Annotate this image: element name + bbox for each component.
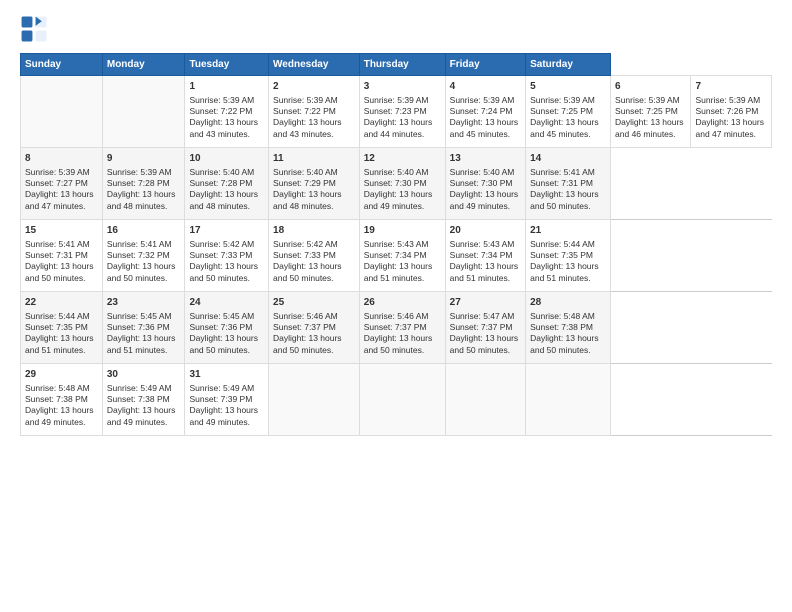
- day-number: 25: [273, 296, 355, 310]
- calendar-cell: 22Sunrise: 5:44 AMSunset: 7:35 PMDayligh…: [21, 292, 103, 364]
- calendar-cell: 31Sunrise: 5:49 AMSunset: 7:39 PMDayligh…: [185, 364, 269, 436]
- calendar-cell: 19Sunrise: 5:43 AMSunset: 7:34 PMDayligh…: [359, 220, 445, 292]
- calendar-week-1: 1Sunrise: 5:39 AMSunset: 7:22 PMDaylight…: [21, 76, 772, 148]
- calendar-cell: 14Sunrise: 5:41 AMSunset: 7:31 PMDayligh…: [526, 148, 611, 220]
- day-number: 28: [530, 296, 606, 310]
- day-number: 6: [615, 80, 686, 94]
- calendar-cell: 27Sunrise: 5:47 AMSunset: 7:37 PMDayligh…: [445, 292, 525, 364]
- day-number: 15: [25, 224, 98, 238]
- calendar-cell: [269, 364, 360, 436]
- empty-cell: [102, 76, 185, 148]
- day-number: 8: [25, 152, 98, 166]
- calendar-cell: 8Sunrise: 5:39 AMSunset: 7:27 PMDaylight…: [21, 148, 103, 220]
- calendar-cell: 7Sunrise: 5:39 AMSunset: 7:26 PMDaylight…: [691, 76, 772, 148]
- calendar-cell: 12Sunrise: 5:40 AMSunset: 7:30 PMDayligh…: [359, 148, 445, 220]
- col-header-friday: Friday: [445, 54, 525, 76]
- day-number: 10: [189, 152, 264, 166]
- day-number: 16: [107, 224, 181, 238]
- day-number: 20: [450, 224, 521, 238]
- col-header-wednesday: Wednesday: [269, 54, 360, 76]
- day-number: 4: [450, 80, 521, 94]
- calendar-cell: 16Sunrise: 5:41 AMSunset: 7:32 PMDayligh…: [102, 220, 185, 292]
- calendar-cell: 10Sunrise: 5:40 AMSunset: 7:28 PMDayligh…: [185, 148, 269, 220]
- day-number: 9: [107, 152, 181, 166]
- day-number: 7: [695, 80, 767, 94]
- col-header-thursday: Thursday: [359, 54, 445, 76]
- calendar-cell: 23Sunrise: 5:45 AMSunset: 7:36 PMDayligh…: [102, 292, 185, 364]
- calendar-cell: 11Sunrise: 5:40 AMSunset: 7:29 PMDayligh…: [269, 148, 360, 220]
- col-header-sunday: Sunday: [21, 54, 103, 76]
- col-header-saturday: Saturday: [526, 54, 611, 76]
- calendar-cell: 24Sunrise: 5:45 AMSunset: 7:36 PMDayligh…: [185, 292, 269, 364]
- page-header: [20, 15, 772, 43]
- calendar-cell: [359, 364, 445, 436]
- day-number: 13: [450, 152, 521, 166]
- calendar-week-3: 15Sunrise: 5:41 AMSunset: 7:31 PMDayligh…: [21, 220, 772, 292]
- day-number: 12: [364, 152, 441, 166]
- calendar-week-5: 29Sunrise: 5:48 AMSunset: 7:38 PMDayligh…: [21, 364, 772, 436]
- calendar-cell: 15Sunrise: 5:41 AMSunset: 7:31 PMDayligh…: [21, 220, 103, 292]
- calendar-cell: 30Sunrise: 5:49 AMSunset: 7:38 PMDayligh…: [102, 364, 185, 436]
- calendar-cell: 25Sunrise: 5:46 AMSunset: 7:37 PMDayligh…: [269, 292, 360, 364]
- logo-icon: [20, 15, 48, 43]
- day-number: 14: [530, 152, 606, 166]
- calendar-cell: 17Sunrise: 5:42 AMSunset: 7:33 PMDayligh…: [185, 220, 269, 292]
- calendar-cell: 6Sunrise: 5:39 AMSunset: 7:25 PMDaylight…: [611, 76, 691, 148]
- logo: [20, 15, 52, 43]
- col-header-monday: Monday: [102, 54, 185, 76]
- day-number: 22: [25, 296, 98, 310]
- calendar-cell: 20Sunrise: 5:43 AMSunset: 7:34 PMDayligh…: [445, 220, 525, 292]
- col-header-tuesday: Tuesday: [185, 54, 269, 76]
- calendar-week-2: 8Sunrise: 5:39 AMSunset: 7:27 PMDaylight…: [21, 148, 772, 220]
- calendar-table: SundayMondayTuesdayWednesdayThursdayFrid…: [20, 53, 772, 436]
- calendar-cell: 28Sunrise: 5:48 AMSunset: 7:38 PMDayligh…: [526, 292, 611, 364]
- empty-cell: [21, 76, 103, 148]
- calendar-cell: 13Sunrise: 5:40 AMSunset: 7:30 PMDayligh…: [445, 148, 525, 220]
- day-number: 19: [364, 224, 441, 238]
- calendar-cell: 5Sunrise: 5:39 AMSunset: 7:25 PMDaylight…: [526, 76, 611, 148]
- calendar-cell: 2Sunrise: 5:39 AMSunset: 7:22 PMDaylight…: [269, 76, 360, 148]
- day-number: 11: [273, 152, 355, 166]
- calendar-cell: 1Sunrise: 5:39 AMSunset: 7:22 PMDaylight…: [185, 76, 269, 148]
- calendar-cell: 4Sunrise: 5:39 AMSunset: 7:24 PMDaylight…: [445, 76, 525, 148]
- day-number: 24: [189, 296, 264, 310]
- calendar-cell: 18Sunrise: 5:42 AMSunset: 7:33 PMDayligh…: [269, 220, 360, 292]
- day-number: 26: [364, 296, 441, 310]
- day-number: 1: [189, 80, 264, 94]
- calendar-cell: 29Sunrise: 5:48 AMSunset: 7:38 PMDayligh…: [21, 364, 103, 436]
- calendar-cell: [445, 364, 525, 436]
- calendar-cell: 26Sunrise: 5:46 AMSunset: 7:37 PMDayligh…: [359, 292, 445, 364]
- calendar-cell: [526, 364, 611, 436]
- day-number: 31: [189, 368, 264, 382]
- day-number: 3: [364, 80, 441, 94]
- day-number: 30: [107, 368, 181, 382]
- day-number: 18: [273, 224, 355, 238]
- calendar-cell: 9Sunrise: 5:39 AMSunset: 7:28 PMDaylight…: [102, 148, 185, 220]
- day-number: 2: [273, 80, 355, 94]
- day-number: 23: [107, 296, 181, 310]
- day-number: 5: [530, 80, 606, 94]
- calendar-cell: 21Sunrise: 5:44 AMSunset: 7:35 PMDayligh…: [526, 220, 611, 292]
- calendar-cell: 3Sunrise: 5:39 AMSunset: 7:23 PMDaylight…: [359, 76, 445, 148]
- day-number: 21: [530, 224, 606, 238]
- day-number: 27: [450, 296, 521, 310]
- day-number: 17: [189, 224, 264, 238]
- calendar-header-row: SundayMondayTuesdayWednesdayThursdayFrid…: [21, 54, 772, 76]
- day-number: 29: [25, 368, 98, 382]
- calendar-week-4: 22Sunrise: 5:44 AMSunset: 7:35 PMDayligh…: [21, 292, 772, 364]
